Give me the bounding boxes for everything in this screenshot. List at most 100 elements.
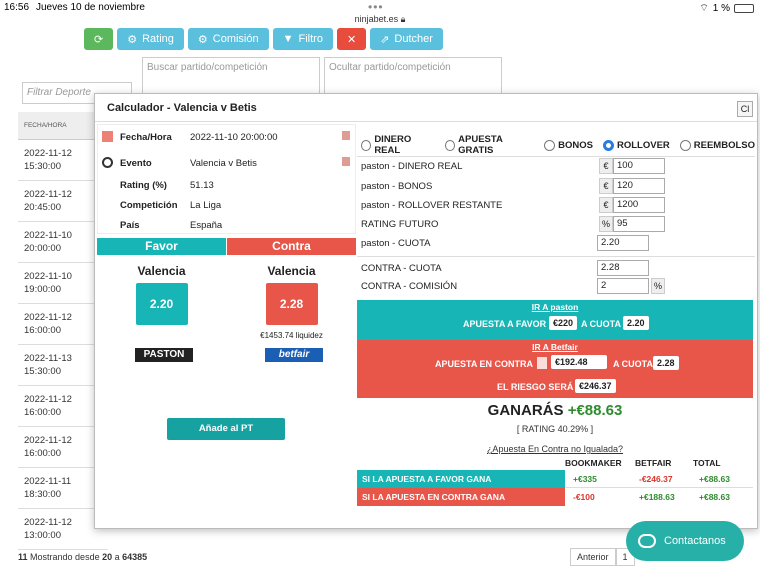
mode-label: REEMBOLSO xyxy=(693,139,755,151)
calculator-modal: Calculador - Valencia v Betis Cl Fecha/H… xyxy=(94,93,758,529)
apuesta-contra-value[interactable]: €192.48 xyxy=(551,355,607,369)
betfair-logo[interactable]: betfair xyxy=(265,348,323,362)
rollover-input[interactable]: 1200 xyxy=(613,197,665,213)
gears-icon: ⚙ xyxy=(127,33,138,46)
ganaras-label: GANARÁS xyxy=(487,402,564,419)
row-date: 2022-11-12 xyxy=(24,435,72,446)
contra-cuota-input[interactable]: 2.28 xyxy=(597,260,649,276)
result-bookmaker: +€335 xyxy=(573,474,597,484)
url-bar[interactable]: ninjabet.es 🔒︎ xyxy=(0,14,760,28)
contra-header: Contra xyxy=(227,238,356,255)
paston-logo[interactable]: PASTON xyxy=(135,348,193,362)
prev-page-button[interactable]: Anterior xyxy=(570,548,616,566)
footer-a: a xyxy=(114,552,120,562)
mode-bonos[interactable]: BONOS xyxy=(544,134,593,156)
lock-icon: 🔒︎ xyxy=(400,14,406,24)
row-date: 2022-11-12 xyxy=(24,517,72,528)
ir-paston-link[interactable]: IR A paston xyxy=(357,302,753,312)
comision-input[interactable]: 2 xyxy=(597,278,649,294)
row-date: 2022-11-10 xyxy=(24,271,72,282)
field-comision: CONTRA - COMISIÓN 2% xyxy=(361,278,751,296)
battery-label: 1 % xyxy=(712,3,730,14)
result-row-favor: SI LA APUESTA A FAVOR GANA +€335 -€246.3… xyxy=(357,470,753,488)
field-bonos: paston - BONOS €120 xyxy=(361,178,751,196)
rating-value: 51.13 xyxy=(190,180,214,191)
favor-result-box: IR A paston APUESTA A FAVOR €220 A CUOTA… xyxy=(357,300,753,340)
field-cuota: paston - CUOTA 2.20 xyxy=(361,235,751,253)
hide-input[interactable]: Ocultar partido/competición xyxy=(324,57,502,97)
cuota-input[interactable]: 2.20 xyxy=(597,235,649,251)
add-pt-button[interactable]: Añade al PT xyxy=(167,418,285,440)
field-dinero: paston - DINERO REAL €100 xyxy=(361,158,751,176)
favor-header: Favor xyxy=(97,238,226,255)
event-panel: Fecha/Hora 2022-11-10 20:00:00 Evento Vale… xyxy=(97,124,356,526)
row-date: 2022-11-12 xyxy=(24,189,72,200)
mode-reembolso[interactable]: REEMBOLSO xyxy=(679,134,755,156)
filtro-button[interactable]: ▼ Filtro xyxy=(272,28,333,50)
rating-label: Rating (%) xyxy=(120,180,167,191)
field-label: paston - ROLLOVER RESTANTE xyxy=(361,200,503,211)
calendar-icon xyxy=(102,131,113,142)
mode-label: ROLLOVER xyxy=(616,139,670,151)
toolbar: ⟳ ⚙ Rating ⚙ Comisión ▼ Filtro ✕ ⇗ Dutcher xyxy=(84,28,443,50)
footer-total: 64385 xyxy=(122,552,148,562)
bonos-input[interactable]: 120 xyxy=(613,178,665,194)
info-row-fecha: Fecha/Hora 2022-11-10 20:00:00 xyxy=(98,131,357,149)
field-contra-cuota: CONTRA - CUOTA 2.28 xyxy=(361,260,751,278)
footer-count: 11 xyxy=(18,552,28,562)
contra-odds: 2.28 xyxy=(265,283,318,325)
results-header-bookmaker: BOOKMAKER xyxy=(565,458,622,468)
mode-dinero-real[interactable]: DINERO REAL xyxy=(361,134,435,156)
percent-prefix: % xyxy=(599,216,613,232)
result-label: SI LA APUESTA EN CONTRA GANA xyxy=(357,488,565,506)
filter-icon: ▼ xyxy=(282,33,294,45)
pagination: Anterior 1 xyxy=(570,548,635,566)
close-icon: ✕ xyxy=(346,33,357,46)
row-date: 2022-11-12 xyxy=(24,312,72,323)
dutcher-button-label: Dutcher xyxy=(394,33,433,45)
evento-value: Valencia v Betis xyxy=(190,158,257,169)
radio-icon xyxy=(361,139,372,151)
status-time: 16:56 xyxy=(4,2,30,13)
mode-rollover[interactable]: ROLLOVER xyxy=(602,134,670,156)
rating-button[interactable]: ⚙ Rating xyxy=(117,28,184,50)
dinero-input[interactable]: 100 xyxy=(613,158,665,174)
status-date: Jueves 10 de noviembre xyxy=(36,2,145,13)
result-total: +€88.63 xyxy=(699,474,730,484)
row-time: 15:30:00 xyxy=(24,161,61,172)
favor-column: Favor Valencia 2.20 xyxy=(97,238,226,358)
contact-button[interactable]: Contactanos xyxy=(626,521,744,561)
rating-input[interactable]: 95 xyxy=(613,216,665,232)
divider xyxy=(357,156,755,157)
evento-label: Evento xyxy=(120,158,152,169)
copy-icon[interactable] xyxy=(342,157,350,166)
result-label: SI LA APUESTA A FAVOR GANA xyxy=(357,470,565,488)
copy-icon[interactable] xyxy=(537,357,547,369)
results-header-betfair: BETFAIR xyxy=(635,458,672,468)
radio-selected-icon xyxy=(602,139,614,151)
refresh-button[interactable]: ⟳ xyxy=(84,28,114,50)
favor-odds: 2.20 xyxy=(135,283,188,325)
field-rollover: paston - ROLLOVER RESTANTE €1200 xyxy=(361,197,751,215)
dutcher-button[interactable]: ⇗ Dutcher xyxy=(370,28,443,50)
modal-close-button[interactable]: Cl xyxy=(737,101,753,117)
contra-team: Valencia xyxy=(267,264,316,278)
modal-title: Calculador - Valencia v Betis xyxy=(95,94,757,122)
row-date: 2022-11-10 xyxy=(24,230,72,241)
field-label: CONTRA - CUOTA xyxy=(361,263,442,274)
clear-button[interactable]: ✕ xyxy=(336,28,367,50)
row-time: 15:30:00 xyxy=(24,366,61,377)
comision-button[interactable]: ⚙ Comisión xyxy=(187,28,269,50)
ir-betfair-link[interactable]: IR A Betfair xyxy=(357,342,753,352)
row-time: 16:00:00 xyxy=(24,407,61,418)
mode-apuesta-gratis[interactable]: APUESTA GRATIS xyxy=(444,134,534,156)
divider xyxy=(357,256,755,257)
copy-icon[interactable] xyxy=(342,131,350,140)
more-dots-icon[interactable]: ••• xyxy=(368,0,384,14)
pais-value: España xyxy=(190,220,223,231)
search-input[interactable]: Buscar partido/competición xyxy=(142,57,320,97)
mode-label: BONOS xyxy=(558,139,593,151)
result-bookmaker: -€100 xyxy=(573,492,595,502)
no-igualada-link[interactable]: ¿Apuesta En Contra no Igualada? xyxy=(357,444,753,454)
riesgo-value: €246.37 xyxy=(575,379,616,393)
